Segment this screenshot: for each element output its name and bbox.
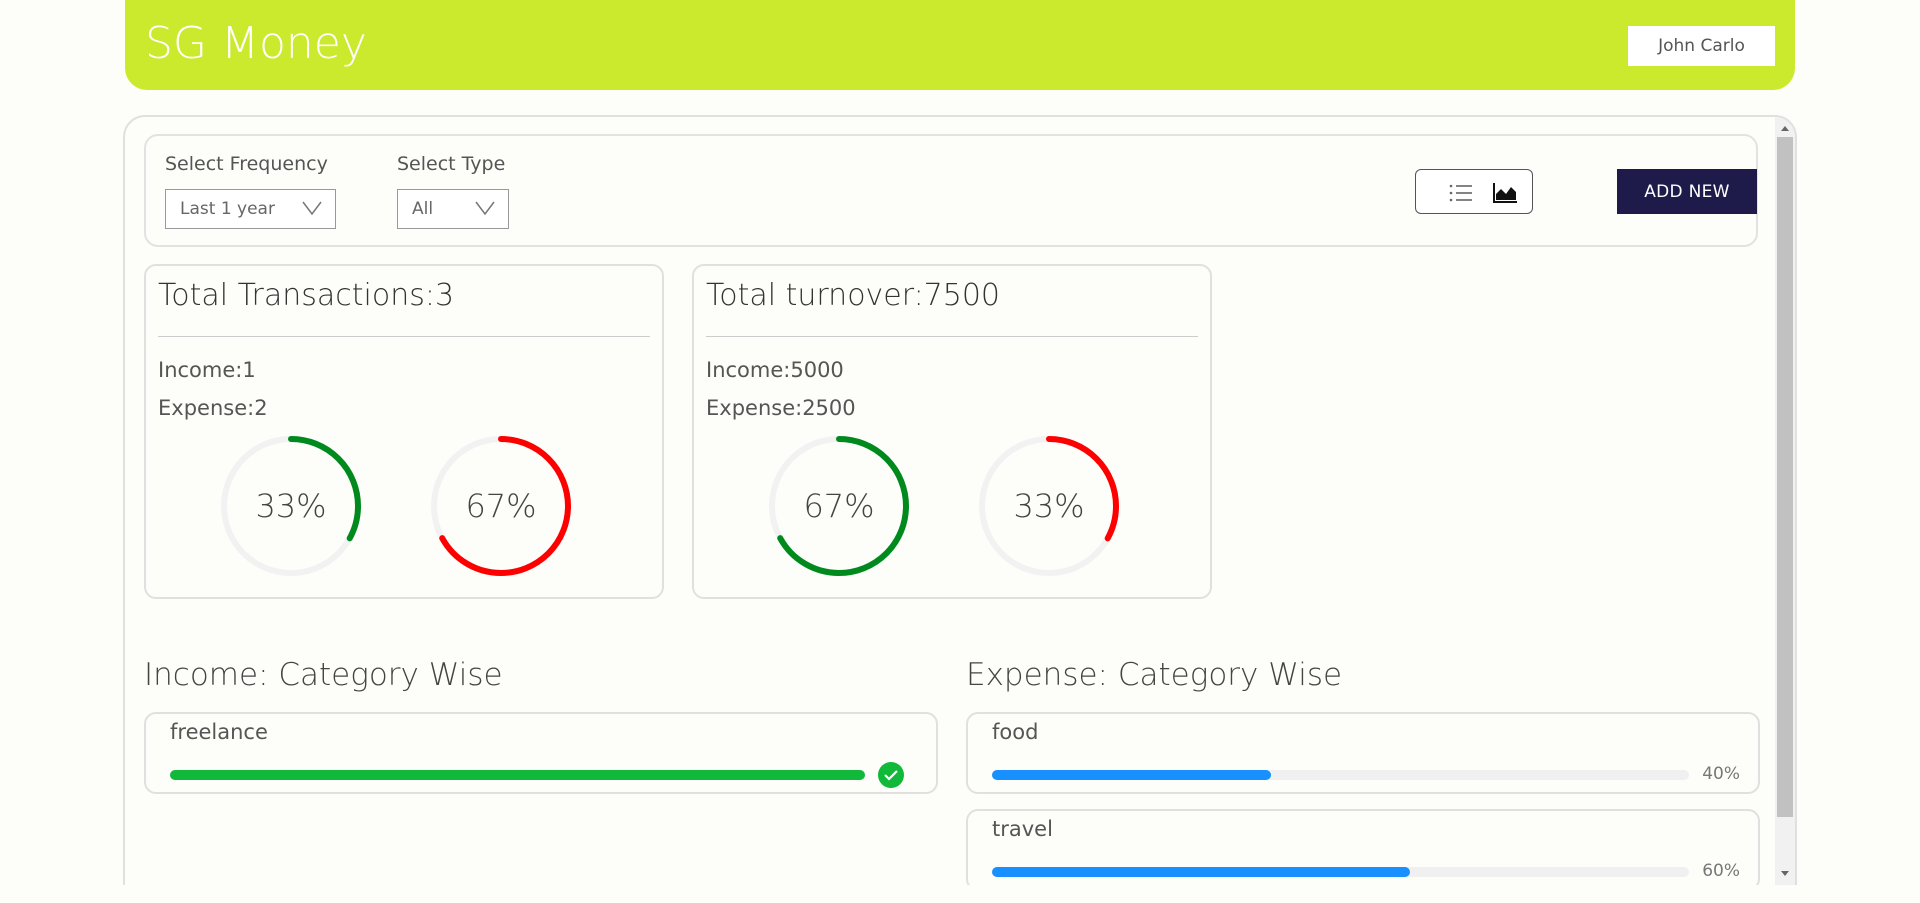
chevron-down-icon <box>302 201 322 216</box>
progress-percent: 40% <box>1702 764 1740 784</box>
scroll-down-icon[interactable] <box>1775 865 1795 883</box>
income-category-title: Income: Category Wise <box>144 657 503 693</box>
expense-progress-circle: 33% <box>974 431 1124 581</box>
income-progress-circle: 67% <box>764 431 914 581</box>
expense-category-title: Expense: Category Wise <box>966 657 1343 693</box>
list-icon[interactable] <box>1448 182 1474 204</box>
expense-progress-circle: 67% <box>426 431 576 581</box>
add-new-button[interactable]: ADD NEW <box>1617 169 1757 214</box>
check-circle-icon <box>878 762 904 788</box>
type-select[interactable]: All <box>397 189 509 229</box>
frequency-label: Select Frequency <box>165 153 328 175</box>
total-turnover-card: Total turnover:7500 Income:5000 Expense:… <box>692 264 1212 599</box>
area-chart-icon[interactable] <box>1492 182 1518 204</box>
divider <box>158 336 650 337</box>
gauge-label: 67% <box>465 487 537 525</box>
view-toggle <box>1415 169 1533 214</box>
gauge-label: 33% <box>255 487 327 525</box>
brand-title: SG Money <box>145 18 367 69</box>
expense-category-item: travel 60% <box>966 809 1760 885</box>
income-amount: Income:5000 <box>706 358 844 382</box>
progress-fill <box>170 770 865 780</box>
scrollbar-thumb[interactable] <box>1777 137 1793 817</box>
expense-count: Expense:2 <box>158 396 268 420</box>
chevron-down-icon <box>475 201 495 216</box>
filter-bar: Select Frequency Last 1 year Select Type… <box>144 134 1758 247</box>
category-name: freelance <box>170 720 268 744</box>
app-header: SG Money John Carlo <box>125 0 1795 90</box>
progress-fill <box>992 867 1411 877</box>
category-name: food <box>992 720 1039 744</box>
income-category-item: freelance <box>144 712 938 794</box>
vertical-scrollbar[interactable] <box>1775 117 1795 885</box>
frequency-select[interactable]: Last 1 year <box>165 189 336 229</box>
category-name: travel <box>992 817 1053 841</box>
expense-category-item: food 40% <box>966 712 1760 794</box>
scroll-up-icon[interactable] <box>1775 119 1795 137</box>
user-menu-button[interactable]: John Carlo <box>1628 26 1775 66</box>
divider <box>706 336 1198 337</box>
expense-amount: Expense:2500 <box>706 396 856 420</box>
card-title: Total turnover:7500 <box>706 278 1001 313</box>
progress-percent: 60% <box>1702 861 1740 881</box>
card-title: Total Transactions:3 <box>158 278 455 313</box>
gauge-label: 33% <box>1013 487 1085 525</box>
progress-track <box>992 770 1689 780</box>
income-count: Income:1 <box>158 358 256 382</box>
income-progress-circle: 33% <box>216 431 366 581</box>
progress-fill <box>992 770 1271 780</box>
frequency-value: Last 1 year <box>180 199 275 219</box>
type-label: Select Type <box>397 153 506 175</box>
total-transactions-card: Total Transactions:3 Income:1 Expense:2 … <box>144 264 664 599</box>
type-value: All <box>412 199 434 219</box>
progress-track <box>170 770 865 780</box>
gauge-label: 67% <box>803 487 875 525</box>
progress-track <box>992 867 1689 877</box>
main-panel: Select Frequency Last 1 year Select Type… <box>123 115 1797 885</box>
